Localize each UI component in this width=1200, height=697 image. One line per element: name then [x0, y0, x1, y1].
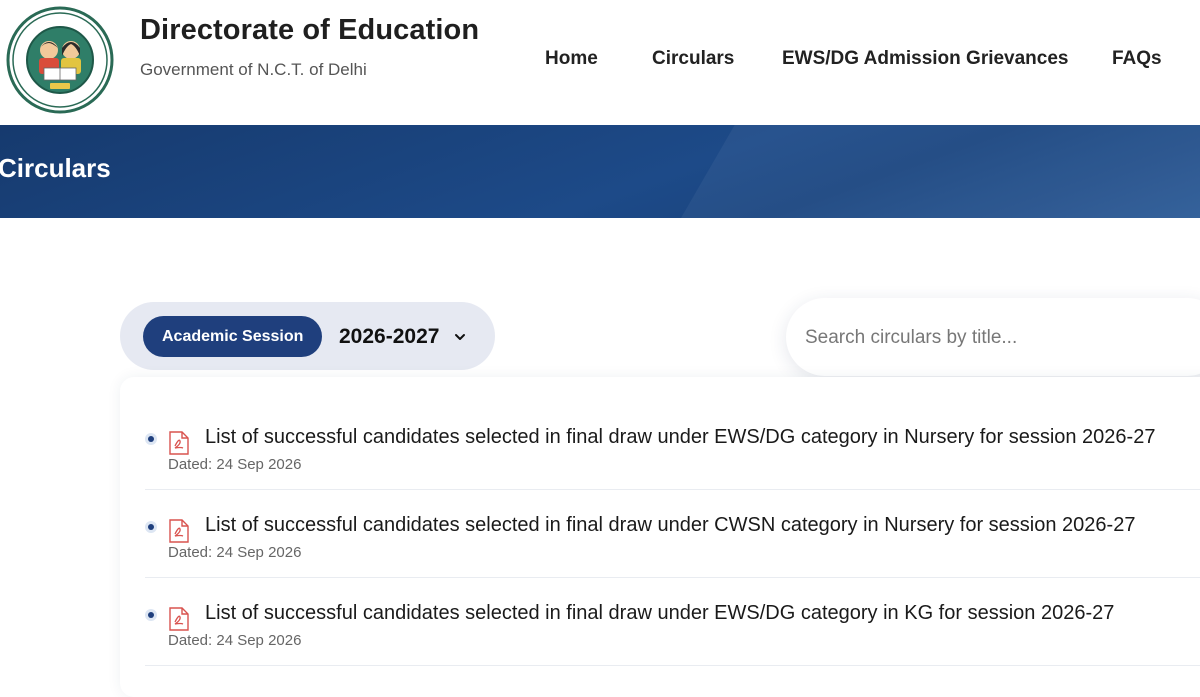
circular-date: Dated: 24 Sep 2026 [168, 632, 302, 649]
bullet-icon [145, 609, 157, 621]
divider [145, 489, 1200, 490]
list-item: List of successful candidates selected i… [145, 595, 1200, 683]
circular-link[interactable]: List of successful candidates selected i… [205, 514, 1135, 537]
circular-date: Dated: 24 Sep 2026 [168, 544, 302, 561]
circular-link[interactable]: List of successful candidates selected i… [205, 602, 1114, 625]
bullet-icon [145, 521, 157, 533]
divider [145, 665, 1200, 666]
circular-date: Dated: 24 Sep 2026 [168, 456, 302, 473]
chevron-down-icon [455, 334, 466, 340]
academic-session-filter: Academic Session 2026-2027 [120, 302, 495, 370]
banner-decoration [642, 125, 1200, 218]
pdf-icon[interactable] [168, 519, 190, 543]
academic-session-value: 2026-2027 [339, 325, 440, 348]
site-title: Directorate of Education [140, 14, 480, 46]
search-input[interactable] [803, 318, 1187, 358]
list-item: List of successful candidates selected i… [145, 507, 1200, 595]
list-item: List of successful candidates selected i… [145, 419, 1200, 507]
academic-session-select[interactable]: 2026-2027 [339, 322, 467, 352]
nav-home[interactable]: Home [545, 48, 598, 70]
bullet-icon [145, 433, 157, 445]
education-department-seal-icon[interactable] [6, 6, 114, 114]
circulars-list: List of successful candidates selected i… [120, 377, 1200, 697]
circular-link[interactable]: List of successful candidates selected i… [205, 426, 1155, 449]
academic-session-badge: Academic Session [143, 316, 323, 357]
site-subtitle: Government of N.C.T. of Delhi [140, 60, 367, 79]
nav-circulars[interactable]: Circulars [652, 48, 734, 70]
site-header: Directorate of Education Government of N… [0, 0, 1200, 125]
nav-ews-dg-grievances[interactable]: EWS/DG Admission Grievances [782, 48, 1069, 70]
divider [145, 577, 1200, 578]
search-box [786, 298, 1200, 376]
nav-faqs[interactable]: FAQs [1112, 48, 1162, 70]
page-title: Circulars [0, 153, 111, 183]
pdf-icon[interactable] [168, 607, 190, 631]
page-banner: Circulars [0, 125, 1200, 218]
pdf-icon[interactable] [168, 431, 190, 455]
